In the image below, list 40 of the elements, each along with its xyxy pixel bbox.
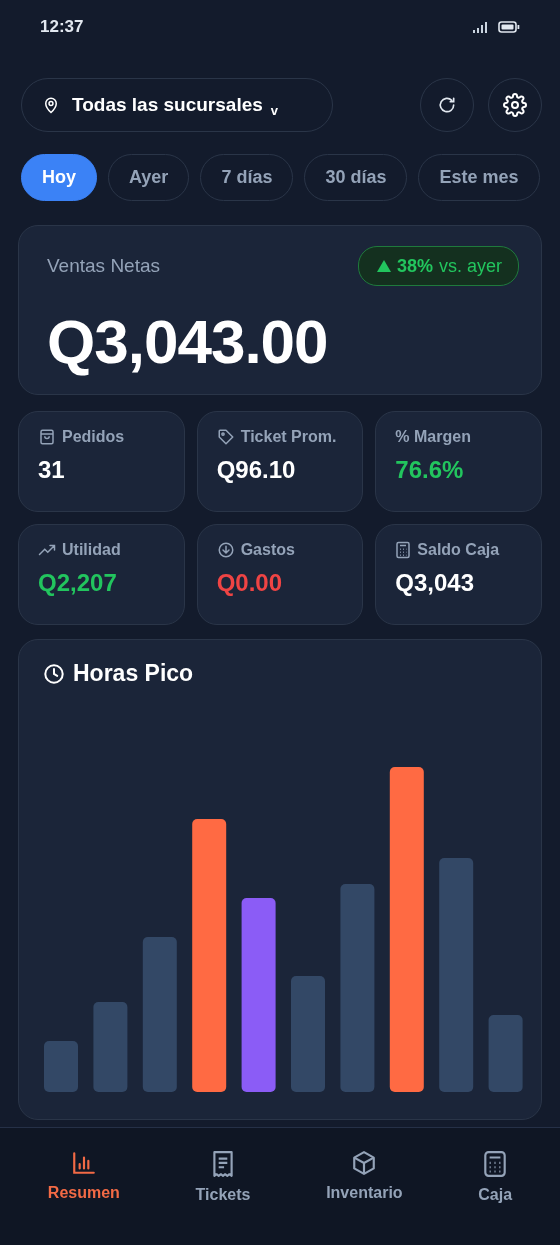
metric-label: Ticket Prom. bbox=[240, 428, 337, 446]
receipt-icon bbox=[210, 1150, 236, 1178]
battery-icon bbox=[498, 21, 520, 33]
bar bbox=[44, 1041, 78, 1092]
metric-label: Saldo Caja bbox=[417, 541, 500, 559]
metric-value: Q0.00 bbox=[216, 569, 284, 597]
net-sales-value: Q3,043.00 bbox=[47, 306, 329, 377]
nav-tab[interactable]: Tickets bbox=[187, 1146, 259, 1208]
trend-up-icon bbox=[38, 543, 56, 557]
metric-label: Utilidad bbox=[62, 541, 121, 559]
status-time: 12:37 bbox=[40, 17, 84, 37]
bar-chart-icon bbox=[70, 1150, 97, 1176]
metric-label: % Margen bbox=[395, 428, 471, 446]
location-pin-icon bbox=[42, 95, 60, 115]
metric-value: Q3,043 bbox=[395, 569, 476, 597]
chart-title: Horas Pico bbox=[73, 660, 194, 687]
clock-icon bbox=[43, 662, 65, 685]
metric-label: Gastos bbox=[240, 541, 295, 559]
tag-icon bbox=[216, 428, 235, 446]
nav-tab[interactable]: Inventario bbox=[318, 1146, 411, 1206]
nav-tab[interactable]: Caja bbox=[470, 1146, 521, 1208]
metric-value: 31 bbox=[38, 456, 66, 484]
period-tab[interactable]: Hoy bbox=[21, 154, 97, 201]
cube-icon bbox=[351, 1150, 378, 1176]
net-sales-label: Ventas Netas bbox=[47, 255, 161, 277]
calculator-icon bbox=[483, 1150, 508, 1178]
settings-icon bbox=[503, 93, 527, 117]
metric-label: Pedidos bbox=[62, 428, 125, 446]
down-arrow-circle-icon bbox=[216, 541, 235, 559]
calculator-icon bbox=[395, 541, 412, 559]
nav-tab[interactable]: Resumen bbox=[39, 1146, 128, 1206]
metric-value: 76.6% bbox=[395, 456, 465, 484]
bag-icon bbox=[38, 428, 56, 446]
signal-icon bbox=[472, 21, 488, 33]
refresh-icon bbox=[437, 95, 457, 115]
change-caption: vs. ayer bbox=[438, 255, 502, 277]
up-triangle-icon bbox=[376, 260, 391, 272]
metric-value: Q2,207 bbox=[38, 569, 118, 597]
metric-value: Q96.10 bbox=[216, 456, 297, 484]
change-percent: 38% bbox=[396, 255, 433, 277]
